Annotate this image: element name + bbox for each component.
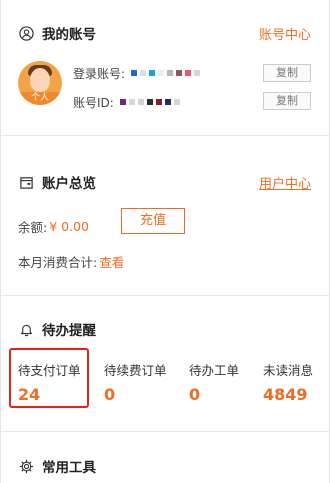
redacted-swatch xyxy=(131,70,138,76)
todo-count: 4849 xyxy=(263,385,308,404)
todo-unread-messages[interactable]: 未读消息 4849 xyxy=(263,360,330,404)
monthly-spend-row: 本月消费合计: 查看 xyxy=(18,252,124,271)
redacted-swatch xyxy=(128,99,135,105)
redacted-swatch xyxy=(149,70,156,76)
monthly-spend-label: 本月消费合计: xyxy=(18,255,98,270)
overview-card-header: 账户总览 用户中心 xyxy=(18,172,311,192)
bell-icon xyxy=(18,321,34,337)
account-id-label: 账号ID: xyxy=(73,95,114,110)
todo-count: 0 xyxy=(104,385,116,404)
divider xyxy=(1,431,330,432)
login-account-row: 登录账号: xyxy=(73,64,201,82)
avatar: 个人 xyxy=(18,61,62,105)
account-id-row: 账号ID: xyxy=(73,93,180,111)
balance-row: 余额: ¥ 0.00 xyxy=(18,217,89,236)
login-account-label: 登录账号: xyxy=(73,66,126,81)
balance-value: ¥ 0.00 xyxy=(49,219,89,234)
monthly-spend-view-link[interactable]: 查看 xyxy=(99,255,124,270)
redacted-swatch xyxy=(185,70,192,76)
balance-label: 余额: xyxy=(18,220,48,235)
tools-card-header: 常用工具 xyxy=(18,456,311,476)
todo-card-title: 待办提醒 xyxy=(42,323,96,339)
redacted-swatch xyxy=(146,99,153,105)
redacted-swatch xyxy=(173,99,180,105)
avatar-type-tag: 个人 xyxy=(18,92,62,105)
copy-login-button[interactable]: 复制 xyxy=(263,64,311,82)
gear-icon xyxy=(18,458,34,474)
divider xyxy=(1,295,330,296)
todo-renewal-orders[interactable]: 待续费订单 0 xyxy=(104,360,184,404)
account-id-value-redacted xyxy=(119,99,180,105)
todo-label: 待办工单 xyxy=(189,363,240,378)
user-icon xyxy=(18,25,34,41)
redacted-swatch xyxy=(176,70,183,76)
redacted-swatch xyxy=(167,70,174,76)
todo-card-header: 待办提醒 xyxy=(18,319,311,339)
tools-card-title: 常用工具 xyxy=(42,460,96,476)
redacted-swatch xyxy=(155,99,162,105)
redacted-swatch xyxy=(140,70,147,76)
highlight-box xyxy=(9,348,89,408)
divider xyxy=(1,135,330,136)
redacted-swatch xyxy=(194,70,201,76)
todo-label: 未读消息 xyxy=(263,363,314,378)
todo-pending-tickets[interactable]: 待办工单 0 xyxy=(189,360,269,404)
todo-count: 0 xyxy=(189,385,201,404)
account-panel: 我的账号 账号中心 个人 登录账号: 复制 账号ID: 复制 账户总览 用户中心… xyxy=(0,0,330,483)
recharge-button[interactable]: 充值 xyxy=(121,208,185,234)
copy-id-button[interactable]: 复制 xyxy=(263,92,311,110)
redacted-swatch xyxy=(137,99,144,105)
account-card-header: 我的账号 账号中心 xyxy=(18,23,311,43)
redacted-swatch xyxy=(164,99,171,105)
redacted-swatch xyxy=(119,99,126,105)
wallet-icon xyxy=(18,174,34,190)
login-account-value-redacted xyxy=(131,70,201,76)
redacted-swatch xyxy=(158,70,165,76)
account-center-link[interactable]: 账号中心 xyxy=(259,24,311,43)
account-card-title: 我的账号 xyxy=(42,27,96,43)
todo-label: 待续费订单 xyxy=(104,363,167,378)
user-center-link[interactable]: 用户中心 xyxy=(259,173,311,192)
overview-card-title: 账户总览 xyxy=(42,176,96,192)
